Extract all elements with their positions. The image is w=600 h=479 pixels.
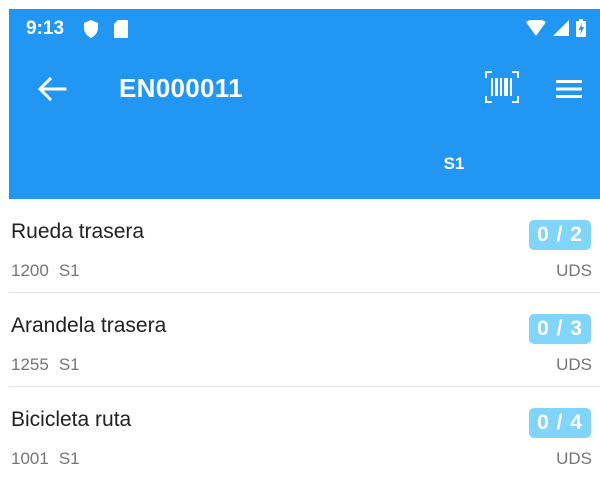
- quantity-badge: 0 / 4: [529, 408, 591, 438]
- item-location: S1: [58, 261, 80, 280]
- battery-icon: [576, 19, 586, 37]
- item-location: S1: [58, 449, 80, 468]
- item-list: Rueda trasera 0 / 2 1200 S1 UDS Arandela …: [9, 199, 600, 479]
- item-name: Bicicleta ruta: [11, 408, 132, 431]
- status-time: 9:13: [26, 18, 65, 39]
- item-details: 1200 S1: [11, 261, 80, 281]
- list-item[interactable]: Arandela trasera 0 / 3 1255 S1 UDS: [9, 293, 600, 387]
- item-unit: UDS: [556, 449, 592, 468]
- item-name: Arandela trasera: [11, 314, 167, 337]
- signal-icon: [553, 20, 569, 36]
- item-code: 1255: [11, 355, 49, 374]
- hamburger-menu-icon: [556, 80, 582, 98]
- sd-card-icon: [114, 20, 128, 38]
- back-button[interactable]: [35, 73, 71, 105]
- tab-bar: S1: [9, 129, 600, 199]
- arrow-left-icon: [37, 76, 67, 102]
- menu-button[interactable]: [553, 73, 585, 105]
- list-item[interactable]: Rueda trasera 0 / 2 1200 S1 UDS: [9, 199, 600, 293]
- item-details: 1001 S1: [11, 449, 80, 469]
- page-title: EN000011: [119, 73, 243, 103]
- quantity-badge: 0 / 2: [529, 220, 591, 250]
- quantity-badge: 0 / 3: [529, 314, 591, 344]
- tab-s1[interactable]: S1: [389, 129, 519, 199]
- shield-icon: [84, 20, 98, 38]
- item-code: 1200: [11, 261, 49, 280]
- tab-label: S1: [443, 154, 465, 173]
- item-details: 1255 S1: [11, 355, 80, 375]
- app-bar: EN000011: [9, 49, 600, 129]
- barcode-scan-icon: [485, 71, 519, 103]
- item-code: 1001: [11, 449, 49, 468]
- item-name: Rueda trasera: [11, 220, 145, 243]
- barcode-scan-button[interactable]: [484, 69, 520, 105]
- item-unit: UDS: [556, 261, 592, 280]
- item-location: S1: [58, 355, 80, 374]
- status-right-icons: [526, 19, 586, 37]
- wifi-icon: [526, 20, 546, 36]
- item-unit: UDS: [556, 355, 592, 374]
- list-item[interactable]: Bicicleta ruta 0 / 4 1001 S1 UDS: [9, 387, 600, 479]
- status-left-icons: [84, 20, 128, 38]
- status-bar: 9:13: [9, 9, 600, 49]
